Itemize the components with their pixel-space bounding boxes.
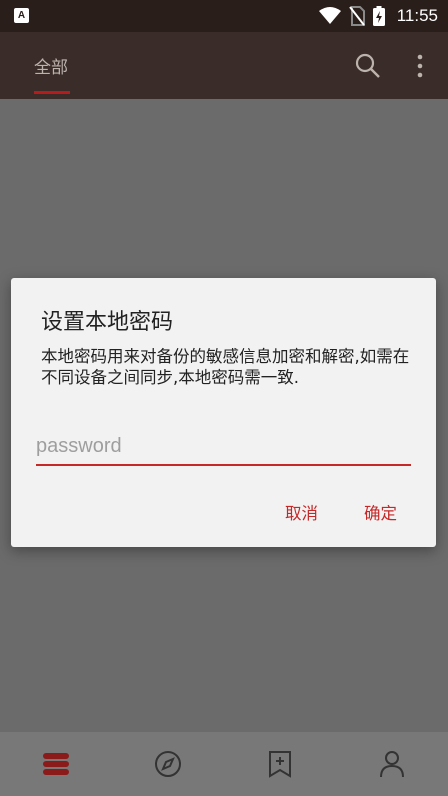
nav-item-discover[interactable] [112, 732, 224, 796]
more-vert-icon [417, 54, 423, 78]
dialog-message: 本地密码用来对备份的敏感信息加密和解密,如需在不同设备之间同步,本地密码需一致. [41, 347, 410, 387]
bottom-nav [0, 732, 448, 796]
battery-charging-icon [372, 6, 385, 26]
set-local-password-dialog: 设置本地密码 本地密码用来对备份的敏感信息加密和解密,如需在不同设备之间同步,本… [11, 278, 436, 547]
tab-indicator [34, 91, 70, 94]
search-icon [355, 53, 380, 78]
clock: 11:55 [396, 6, 438, 25]
dialog-title: 设置本地密码 [41, 310, 174, 335]
confirm-button[interactable]: 确定 [364, 500, 397, 524]
more-options-button[interactable] [410, 52, 430, 80]
compass-icon [155, 751, 181, 777]
password-input[interactable] [36, 428, 411, 466]
wifi-icon [318, 7, 341, 24]
notification-letter: A [17, 10, 26, 21]
status-bar: A 11:55 [0, 0, 448, 32]
cancel-button[interactable]: 取消 [285, 500, 318, 524]
nav-item-profile[interactable] [336, 732, 448, 796]
bookmark-add-icon [269, 751, 291, 778]
app-bar: 全部 [0, 32, 448, 99]
nav-item-bookshelf[interactable] [0, 732, 112, 796]
bookshelf-icon [43, 753, 69, 775]
status-icons: 11:55 [318, 5, 438, 27]
search-button[interactable] [354, 52, 382, 80]
no-sim-icon [348, 6, 365, 26]
a-icon: A [14, 8, 29, 23]
tab-all[interactable]: 全部 [34, 53, 68, 78]
person-icon [380, 751, 404, 778]
nav-item-bookmark[interactable] [224, 732, 336, 796]
